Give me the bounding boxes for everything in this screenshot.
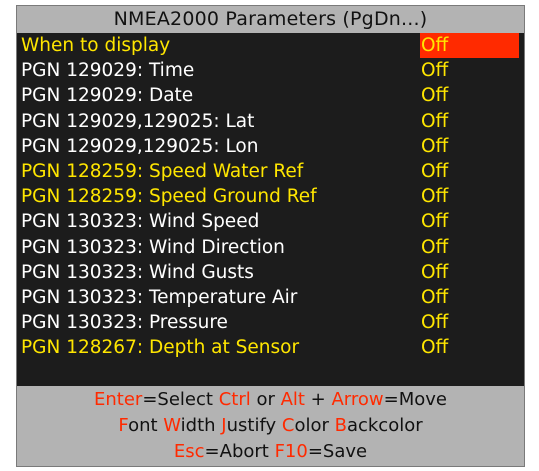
hotkey-label: F bbox=[118, 415, 129, 436]
parameter-label: PGN 130323: Wind Direction bbox=[21, 236, 285, 258]
parameter-value[interactable]: Off bbox=[420, 33, 519, 59]
parameter-value[interactable]: Off bbox=[420, 310, 519, 335]
help-text: =Select bbox=[142, 389, 219, 410]
dialog-title: NMEA2000 Parameters (PgDn...) bbox=[16, 5, 525, 33]
hotkey-label: B bbox=[334, 415, 347, 436]
parameter-label: PGN 130323: Pressure bbox=[21, 312, 228, 334]
help-text: olor bbox=[294, 415, 335, 436]
parameter-row[interactable]: PGN 128259: Speed Water Ref Off bbox=[17, 159, 524, 184]
parameter-list[interactable]: When to display Off PGN 129029: Time Off PGN… bbox=[16, 33, 525, 386]
help-line-exit: Esc=Abort F10=Save bbox=[17, 439, 524, 465]
parameter-value[interactable]: Off bbox=[420, 335, 519, 360]
parameter-value[interactable]: Off bbox=[420, 235, 519, 260]
parameter-value[interactable]: Off bbox=[420, 285, 519, 310]
help-bar: Enter=Select Ctrl or Alt + Arrow=Move Fo… bbox=[16, 386, 525, 467]
parameter-row[interactable]: PGN 129029: Date Off bbox=[17, 83, 524, 108]
help-text: ustify bbox=[226, 415, 282, 436]
parameter-label: PGN 129029: Time bbox=[21, 60, 195, 82]
hotkey-label: F10 bbox=[274, 441, 308, 462]
parameter-label: PGN 128267: Depth at Sensor bbox=[21, 337, 300, 359]
parameter-row[interactable]: When to display Off bbox=[17, 33, 524, 59]
parameter-row[interactable]: PGN 130323: Wind Speed Off bbox=[17, 209, 524, 234]
parameter-value[interactable]: Off bbox=[420, 184, 519, 209]
parameter-label: PGN 128259: Speed Ground Ref bbox=[21, 186, 317, 208]
parameter-label: PGN 128259: Speed Water Ref bbox=[21, 160, 304, 182]
parameter-value[interactable]: Off bbox=[420, 134, 519, 159]
parameter-row[interactable]: PGN 130323: Wind Direction Off bbox=[17, 235, 524, 260]
hotkey-label: W bbox=[163, 415, 181, 436]
parameter-row[interactable]: PGN 128267: Depth at Sensor Off bbox=[17, 335, 524, 360]
parameter-row[interactable]: PGN 130323: Wind Gusts Off bbox=[17, 260, 524, 285]
help-text: idth bbox=[180, 415, 222, 436]
hotkey-label: Alt bbox=[280, 389, 305, 410]
help-text: or bbox=[250, 389, 281, 410]
parameter-row[interactable]: PGN 128259: Speed Ground Ref Off bbox=[17, 184, 524, 209]
parameters-dialog: NMEA2000 Parameters (PgDn...) When to di… bbox=[16, 5, 525, 467]
help-text: ont bbox=[128, 415, 164, 436]
parameter-row[interactable]: PGN 129029,129025: Lat Off bbox=[17, 109, 524, 134]
parameter-label: PGN 129029,129025: Lon bbox=[21, 135, 259, 157]
help-line-formatting: Font Width Justify Color Backcolor bbox=[17, 413, 524, 439]
help-text: + bbox=[304, 389, 332, 410]
hotkey-label: Ctrl bbox=[218, 389, 251, 410]
hotkey-label: Enter bbox=[94, 389, 143, 410]
parameter-label: PGN 130323: Temperature Air bbox=[21, 286, 298, 308]
parameter-label: PGN 130323: Wind Speed bbox=[21, 211, 260, 233]
help-line-navigation: Enter=Select Ctrl or Alt + Arrow=Move bbox=[17, 387, 524, 413]
hotkey-label: C bbox=[281, 415, 295, 436]
parameter-label: When to display bbox=[21, 35, 171, 56]
parameter-value[interactable]: Off bbox=[420, 58, 519, 83]
help-text: =Save bbox=[307, 441, 368, 462]
hotkey-label: Arrow bbox=[331, 389, 384, 410]
help-text: ackcolor bbox=[346, 415, 423, 436]
parameter-label: PGN 130323: Wind Gusts bbox=[21, 261, 254, 283]
hotkey-label: Esc bbox=[173, 441, 205, 462]
parameter-value[interactable]: Off bbox=[420, 109, 519, 134]
help-text: =Abort bbox=[204, 441, 275, 462]
parameter-row[interactable]: PGN 130323: Temperature Air Off bbox=[17, 285, 524, 310]
parameter-label: PGN 129029,129025: Lat bbox=[21, 110, 255, 132]
parameter-value[interactable]: Off bbox=[420, 260, 519, 285]
parameter-row[interactable]: PGN 129029,129025: Lon Off bbox=[17, 134, 524, 159]
parameter-row[interactable] bbox=[17, 360, 524, 385]
parameter-value[interactable]: Off bbox=[420, 159, 519, 184]
parameter-row[interactable]: PGN 130323: Pressure Off bbox=[17, 310, 524, 335]
parameter-row[interactable]: PGN 129029: Time Off bbox=[17, 58, 524, 83]
help-text: =Move bbox=[383, 389, 447, 410]
parameter-value[interactable]: Off bbox=[420, 209, 519, 234]
parameter-value[interactable]: Off bbox=[420, 83, 519, 108]
parameter-label: PGN 129029: Date bbox=[21, 85, 194, 107]
